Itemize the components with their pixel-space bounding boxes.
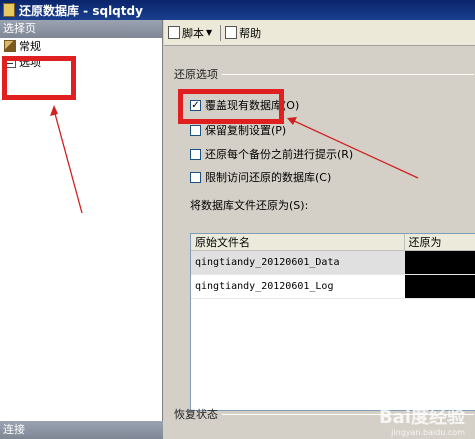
baidu-watermark: Bai度经验	[378, 407, 465, 428]
arrowhead-options	[50, 105, 58, 116]
baidu-watermark-url: jingyan.baidu.com	[391, 428, 465, 437]
annotation-arrows	[50, 105, 419, 214]
arrow-to-overwrite	[291, 119, 419, 179]
arrow-to-options	[53, 109, 83, 214]
